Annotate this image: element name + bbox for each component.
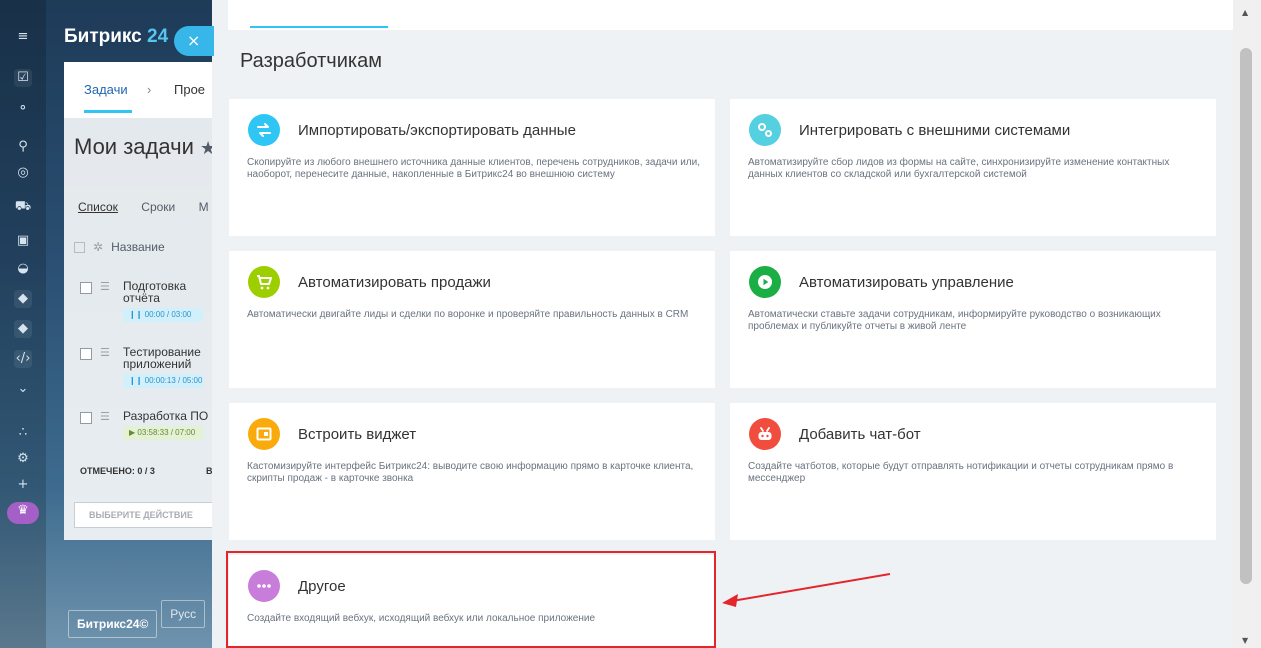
swap-arrows-icon [248,114,280,146]
tasks-icon[interactable]: ☑ [14,69,32,87]
task-timer: ❙❙ 00:00:13 / 05:00 [123,374,203,388]
widget-icon [248,418,280,450]
task-name[interactable]: Разработка ПО [123,410,223,422]
page-title: Мои задачи ★ [74,134,217,159]
scrollbar[interactable]: ▲ ▼ [1233,0,1261,648]
gears-icon [749,114,781,146]
card-import-export[interactable]: Импортировать/экспортировать данные Скоп… [229,99,715,236]
box-icon[interactable]: ◆ [14,290,32,308]
action-select[interactable]: ВЫБЕРИТЕ ДЕЙСТВИЕ [74,502,214,528]
scrollbar-thumb[interactable] [1240,48,1252,584]
target-icon[interactable]: ◎ [14,164,32,182]
view-tab-list[interactable]: Список [78,200,118,214]
row-checkbox[interactable] [80,412,92,424]
tab-tasks[interactable]: Задачи [84,82,128,97]
view-tabs: Список Сроки М [78,200,209,214]
card-description: Автоматически ставьте задачи сотрудникам… [748,309,1161,332]
tasks-tabs: Задачи › Прое [64,62,224,118]
card-description: Автоматизируйте сбор лидов из формы на с… [748,157,1170,180]
bot-icon[interactable]: ◒ [14,260,32,278]
tab-underline [84,110,132,113]
footer-brand-button[interactable]: Битрикс24© [68,610,158,638]
scroll-up-icon[interactable]: ▲ [1242,8,1248,17]
brand-logo: Битрикс 24 [64,26,169,47]
active-tab-underline [250,26,388,28]
view-tab-more[interactable]: М [199,200,209,214]
card-automate-sales[interactable]: Автоматизировать продажи Автоматически д… [229,251,715,388]
left-rail: ≡ ☑ ⚬ ⚲ ◎ ⛟ ▣ ◒ ◆ ◆ ‹/› ⌄ ∴ ⚙ + ♛ [0,0,46,648]
crm-icon[interactable]: ⚬ [14,100,32,118]
card-title: Интегрировать с внешними системами [799,122,1071,139]
task-timer: ▶ 03:58:33 / 07:00 [123,426,203,440]
card-description: Скопируйте из любого внешнего источника … [247,157,700,180]
marked-counter: ОТМЕЧЕНО: 0 / 3В [80,466,213,476]
card-title: Импортировать/экспортировать данные [298,122,576,139]
menu-icon[interactable]: ≡ [14,28,32,46]
close-slider-button[interactable]: × [174,26,214,56]
add-icon[interactable]: + [14,476,32,494]
tasks-panel: Задачи › Прое Мои задачи ★ Список Сроки … [64,62,224,540]
task-name[interactable]: Подготовка отчёта [123,280,223,304]
chevron-down-icon[interactable]: ⌄ [14,380,32,398]
filter-icon[interactable]: ⚲ [14,138,32,156]
task-timer: ❙❙ 00:00 / 03:00 [123,308,203,322]
table-row[interactable]: ☰ Разработка ПО ▶ 03:58:33 / 07:00 [74,410,224,444]
card-embed-widget[interactable]: Встроить виджет Кастомизируйте интерфейс… [229,403,715,540]
box2-icon[interactable]: ◆ [14,320,32,338]
card-title: Добавить чат-бот [799,426,921,443]
row-checkbox[interactable] [80,348,92,360]
table-row[interactable]: ☰ Тестирование приложений ❙❙ 00:00:13 / … [74,346,224,392]
language-button[interactable]: Русс [161,600,206,628]
play-icon [749,266,781,298]
section-title: Разработчикам [240,50,382,72]
contacts-icon[interactable]: ▣ [14,232,32,250]
card-description: Создайте чатботов, которые будут отправл… [748,461,1174,484]
select-all-checkbox[interactable] [74,242,85,254]
footer: Битрикс24©Русс [68,600,206,638]
row-menu-icon[interactable]: ☰ [100,280,110,293]
gear-icon[interactable]: ✲ [93,240,103,254]
card-title: Автоматизировать управление [799,274,1014,291]
card-description: Кастомизируйте интерфейс Битрикс24: выво… [247,461,694,484]
card-title: Встроить виджет [298,426,417,443]
row-menu-icon[interactable]: ☰ [100,410,110,423]
card-add-chatbot[interactable]: Добавить чат-бот Создайте чатботов, кото… [730,403,1216,540]
view-tab-deadlines[interactable]: Сроки [141,200,175,214]
annotation-highlight-box [226,551,716,648]
task-name[interactable]: Тестирование приложений [123,346,223,370]
network-icon[interactable]: ∴ [14,424,32,442]
settings-icon[interactable]: ⚙ [14,450,32,468]
card-automate-management[interactable]: Автоматизировать управление Автоматическ… [730,251,1216,388]
card-title: Автоматизировать продажи [298,274,491,291]
tab-chevron-icon: › [147,82,152,97]
cart-icon [248,266,280,298]
row-checkbox[interactable] [80,282,92,294]
scroll-down-icon[interactable]: ▼ [1242,636,1248,645]
row-menu-icon[interactable]: ☰ [100,346,110,359]
tab-projects[interactable]: Прое [174,82,205,97]
robot-icon [749,418,781,450]
card-description: Автоматически двигайте лиды и сделки по … [247,309,689,320]
shop-icon[interactable]: ⛟ [14,198,32,216]
crown-icon[interactable]: ♛ [7,502,39,524]
code-icon[interactable]: ‹/› [14,350,32,368]
slider-top-strip [228,0,1239,30]
table-row[interactable]: ☰ Подготовка отчёта ❙❙ 00:00 / 03:00 [74,280,224,326]
grid-header: ✲ Название [74,240,165,254]
card-integrate[interactable]: Интегрировать с внешними системами Автом… [730,99,1216,236]
